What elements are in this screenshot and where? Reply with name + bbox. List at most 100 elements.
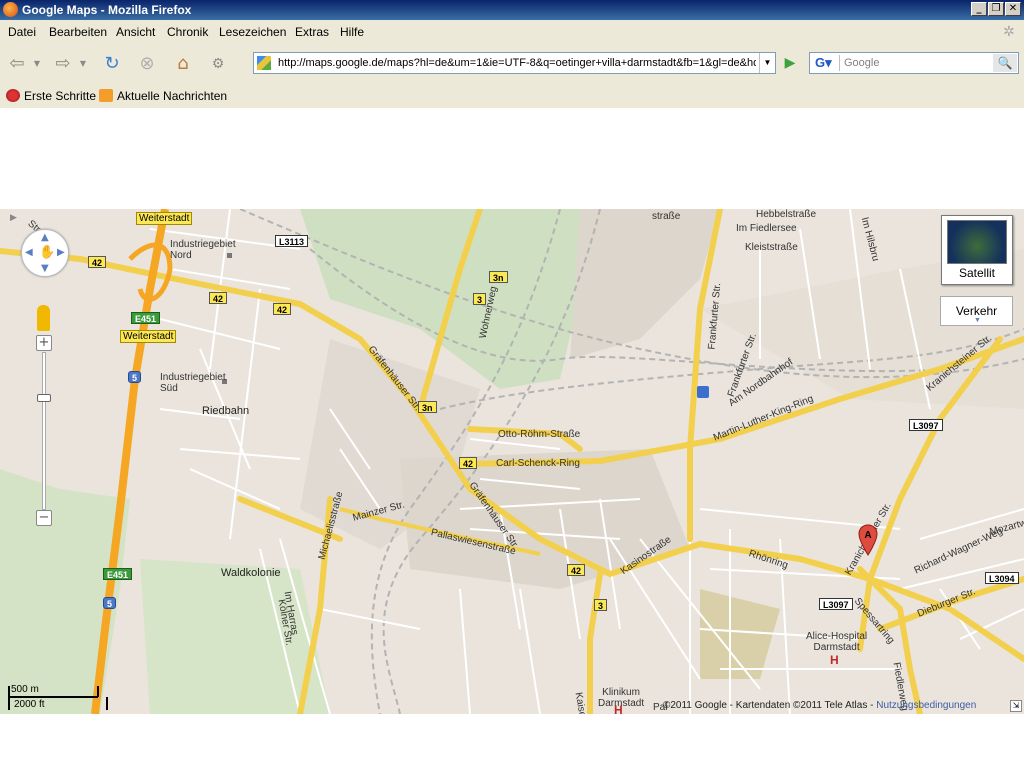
back-history-dropdown[interactable]: ▼: [30, 52, 44, 76]
map-label-ind-nord: Industriegebiet Nord: [170, 239, 236, 261]
map-label-riedbahn: Riedbahn: [202, 405, 250, 417]
go-button[interactable]: ▶: [780, 53, 800, 73]
road-shield-42: 42: [88, 256, 107, 268]
zoom-out-button[interactable]: −: [36, 510, 52, 526]
home-button[interactable]: ⌂: [171, 52, 195, 76]
road-shield-l3094: L3094: [985, 572, 1019, 584]
map-label-weiterstadt1: Weiterstadt: [136, 212, 193, 225]
scale-tick: [97, 686, 99, 697]
map-label-weiterstadt2: Weiterstadt: [120, 330, 177, 343]
map-copyright: ©2011 Google - Kartendaten ©2011 Tele At…: [663, 700, 976, 711]
scale-tick: [106, 697, 108, 710]
resize-corner-icon[interactable]: ⇲: [1010, 700, 1022, 712]
zoom-in-button[interactable]: +: [36, 335, 52, 351]
window-titlebar: Google Maps - Mozilla Firefox _ ❐ ✕: [0, 0, 1024, 20]
map-label-otto: Otto-Röhm-Straße: [498, 429, 581, 440]
bookmark-aktuelle-nachrichten[interactable]: Aktuelle Nachrichten: [99, 89, 227, 103]
collapse-panel-icon[interactable]: ▶: [10, 213, 17, 223]
maximize-button[interactable]: ❐: [988, 2, 1004, 16]
pan-down-icon[interactable]: ▼: [41, 263, 49, 274]
map-label-hebbel: Hebbelstraße: [756, 209, 817, 220]
menu-datei[interactable]: Datei: [8, 25, 36, 39]
menu-bearbeiten[interactable]: Bearbeiten: [49, 25, 107, 39]
map-label-klinikum: Klinikum Darmstadt: [598, 687, 645, 709]
map-label-kleist: Kleiststraße: [745, 242, 798, 253]
menu-bar: Datei Bearbeiten Ansicht Chronik Lesezei…: [0, 20, 1024, 44]
map-label-ind-sued: Industriegebiet Süd: [160, 372, 226, 394]
road-shield-42: 42: [209, 292, 228, 304]
pan-left-icon[interactable]: ◀: [25, 247, 33, 258]
menu-chronik[interactable]: Chronik: [167, 25, 208, 39]
menu-lesezeichen[interactable]: Lesezeichen: [219, 25, 286, 39]
traffic-label: Verkehr: [955, 304, 998, 318]
scale-bar: [8, 696, 98, 698]
road-shield-e451: E451: [131, 312, 161, 324]
search-engine-icon[interactable]: G▾: [812, 55, 840, 71]
throbber-icon: ✲: [1003, 23, 1015, 39]
search-box[interactable]: G▾ Google 🔍: [809, 52, 1019, 74]
road-shield-42: 42: [567, 564, 586, 576]
map-label-alice-hospital: Alice-Hospital Darmstadt: [806, 631, 868, 653]
close-button[interactable]: ✕: [1005, 2, 1021, 16]
traffic-button[interactable]: Verkehr ▼: [940, 296, 1013, 326]
pan-control[interactable]: ▲ ◀ ▶ ▼ ✋: [21, 229, 69, 277]
zoom-slider-track[interactable]: [42, 352, 46, 510]
url-text[interactable]: http://maps.google.de/maps?hl=de&um=1&ie…: [278, 57, 756, 69]
map-label-waldkolonie: Waldkolonie: [221, 567, 281, 579]
satellite-thumbnail: [947, 220, 1007, 264]
bookmark-label: Erste Schritte: [24, 89, 97, 103]
url-history-dropdown[interactable]: ▼: [759, 53, 775, 73]
minimize-button[interactable]: _: [971, 2, 987, 16]
stop-button[interactable]: ⊗: [135, 52, 159, 76]
road-shield-42: 42: [459, 457, 478, 469]
forward-history-dropdown[interactable]: ▼: [76, 52, 90, 76]
road-shield-e451: E451: [103, 568, 133, 580]
copyright-text: ©2011 Google - Kartendaten ©2011 Tele At…: [663, 700, 877, 711]
map-label-carl: Carl-Schenck-Ring: [496, 458, 580, 469]
zoom-slider-handle[interactable]: [37, 394, 51, 402]
map-label-fiedler: Im Fiedlersee: [736, 223, 797, 234]
search-icon[interactable]: 🔍: [993, 54, 1017, 72]
location-marker-a[interactable]: A: [858, 524, 878, 556]
satellite-button[interactable]: Satellit: [941, 215, 1013, 285]
street-view-pegman-icon[interactable]: [37, 305, 50, 331]
road-shield-3n: 3n: [418, 401, 437, 413]
road-shield-l3097: L3097: [819, 598, 853, 610]
road-shield-3: 3: [473, 293, 487, 305]
road-shield-l3097: L3097: [909, 419, 943, 431]
pan-right-icon[interactable]: ▶: [57, 247, 65, 258]
road-shield-3: 3: [594, 599, 608, 611]
window-title: Google Maps - Mozilla Firefox: [22, 3, 192, 17]
reload-button[interactable]: ↻: [100, 52, 124, 76]
marker-letter: A: [864, 530, 871, 541]
search-placeholder[interactable]: Google: [844, 57, 879, 69]
scale-imperial: 2000 ft: [14, 699, 45, 710]
terms-link[interactable]: Nutzungsbedingungen: [876, 700, 976, 711]
addon-icon[interactable]: ⚙: [206, 52, 230, 76]
back-button[interactable]: ⇦: [5, 52, 29, 76]
bookmark-label: Aktuelle Nachrichten: [117, 89, 228, 103]
scale-tick: [8, 686, 10, 710]
address-bar[interactable]: http://maps.google.de/maps?hl=de&um=1&ie…: [253, 52, 776, 74]
google-maps-favicon: [257, 56, 271, 70]
forward-button[interactable]: ⇨: [51, 52, 75, 76]
hand-icon: ✋: [39, 245, 56, 260]
satellite-label: Satellit: [958, 266, 996, 280]
bookmark-erste-schritte[interactable]: Erste Schritte: [6, 89, 96, 103]
firefox-bookmark-icon: [6, 89, 20, 102]
menu-extras[interactable]: Extras: [295, 25, 329, 39]
svg-text:H: H: [830, 653, 839, 667]
map-scale: 500 m 2000 ft: [8, 684, 108, 712]
bookmarks-toolbar: Erste Schritte Aktuelle Nachrichten: [0, 85, 1024, 107]
chevron-down-icon[interactable]: ▼: [974, 317, 981, 324]
road-shield-3n: 3n: [489, 271, 508, 283]
pan-up-icon[interactable]: ▲: [41, 232, 49, 243]
rss-icon: [99, 89, 113, 102]
map-canvas[interactable]: H H Riedbahn Waldkolonie Industriegebiet…: [0, 209, 1024, 714]
menu-hilfe[interactable]: Hilfe: [340, 25, 364, 39]
map-label-strasse: straße: [652, 211, 681, 222]
road-shield-42: 42: [273, 303, 292, 315]
road-shield-l3113: L3113: [275, 235, 309, 247]
road-shield-5: 5: [128, 371, 142, 383]
menu-ansicht[interactable]: Ansicht: [116, 25, 155, 39]
